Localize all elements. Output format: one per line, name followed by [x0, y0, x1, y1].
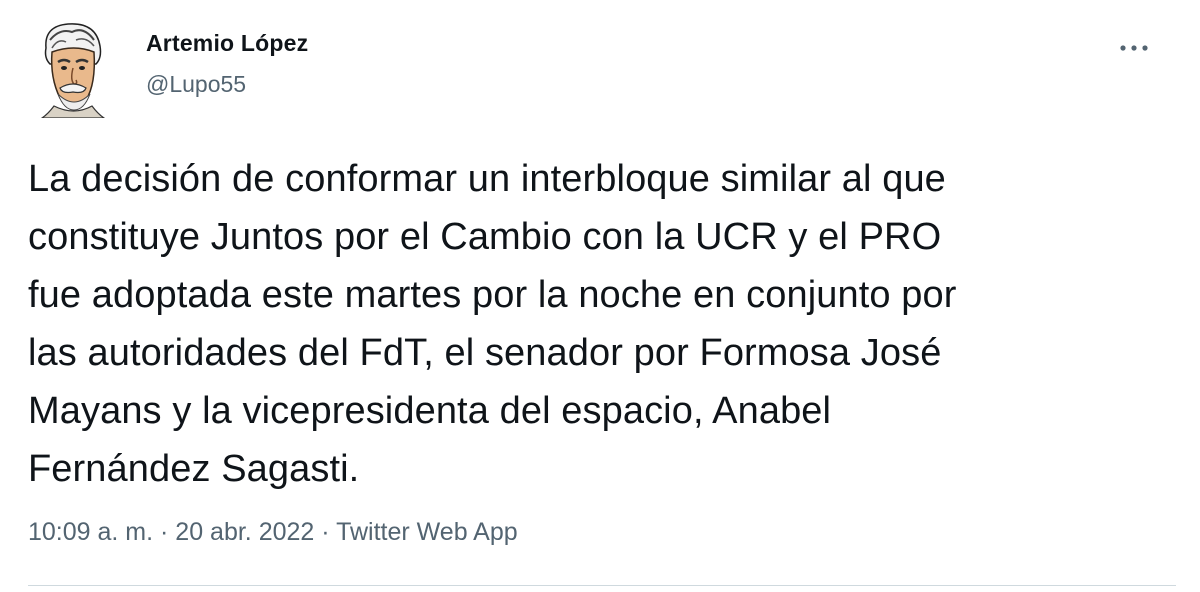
- tweet-metadata: 10:09 a. m. · 20 abr. 2022 · Twitter Web…: [28, 518, 518, 547]
- tweet-card: Artemio López @Lupo55 La decisión de con…: [0, 0, 1200, 592]
- more-horizontal-icon: [1120, 45, 1148, 51]
- author-name[interactable]: Artemio López: [146, 30, 308, 57]
- author-handle[interactable]: @Lupo55: [146, 71, 246, 98]
- tweet-time[interactable]: 10:09 a. m.: [28, 518, 153, 546]
- more-options-button[interactable]: [1116, 36, 1152, 60]
- avatar-caricature-icon: [40, 23, 106, 118]
- tweet-source[interactable]: Twitter Web App: [336, 518, 518, 546]
- avatar[interactable]: [38, 18, 108, 118]
- tweet-text: La decisión de conformar un interbloque …: [28, 158, 957, 490]
- divider: [28, 585, 1176, 586]
- tweet-date[interactable]: 20 abr. 2022: [175, 518, 314, 546]
- meta-separator: ·: [314, 518, 337, 546]
- meta-separator: ·: [153, 518, 176, 546]
